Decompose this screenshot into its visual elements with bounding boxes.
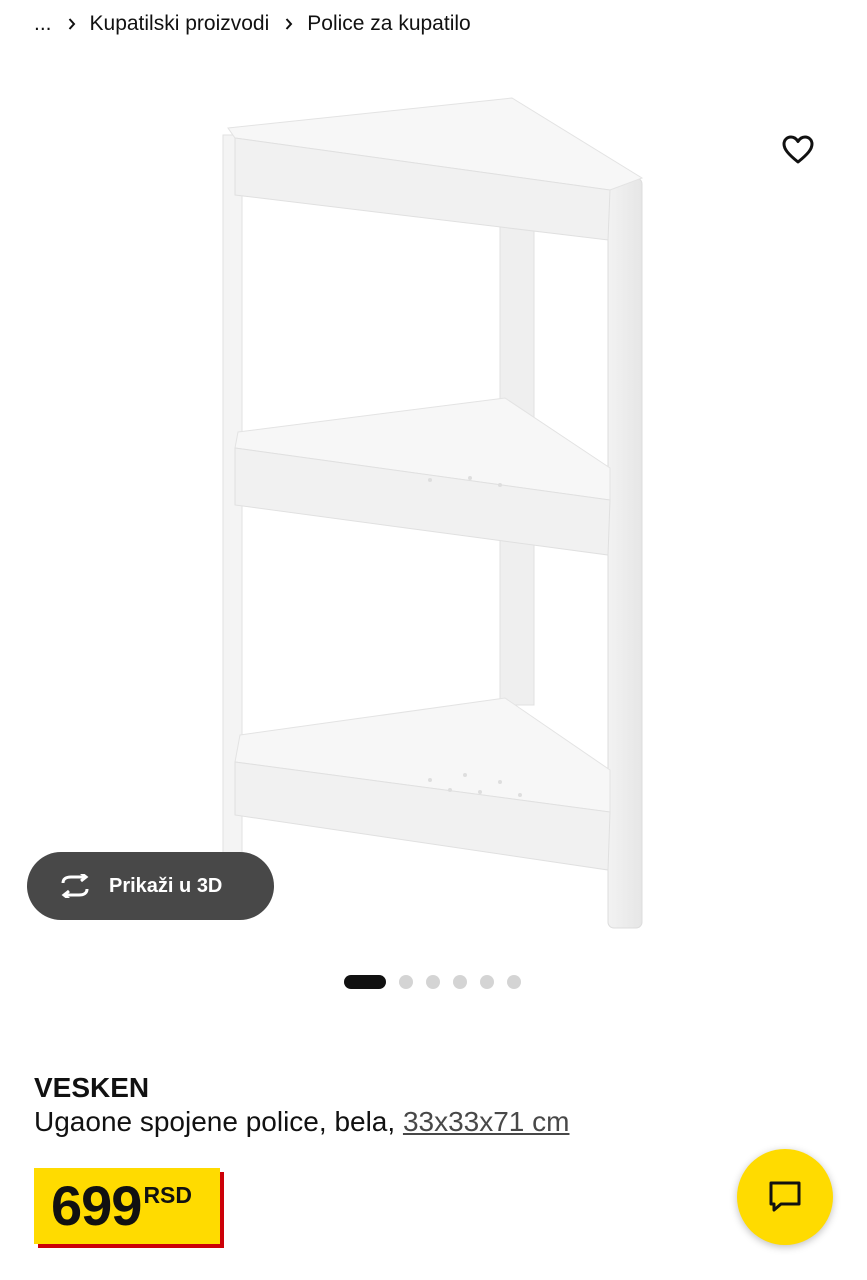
product-name: VESKEN [34, 1072, 150, 1103]
breadcrumb-item-bathroom-products[interactable]: Kupatilski proizvodi [90, 12, 270, 36]
rotate-3d-icon [57, 874, 93, 898]
chat-button[interactable] [737, 1149, 833, 1245]
view-in-3d-label: Prikaži u 3D [109, 874, 223, 897]
chevron-right-icon [286, 18, 293, 30]
gallery-dot-3[interactable] [426, 975, 440, 989]
price-box: 699 RSD [34, 1168, 220, 1244]
breadcrumb-ellipsis[interactable]: ... [34, 12, 52, 36]
gallery-dot-2[interactable] [399, 975, 413, 989]
heart-icon [782, 135, 814, 164]
view-in-3d-button[interactable]: Prikaži u 3D [27, 852, 274, 920]
gallery-pagination [344, 975, 521, 989]
chat-icon [769, 1181, 801, 1212]
breadcrumb: ... Kupatilski proizvodi Police za kupat… [34, 8, 471, 40]
product-description-text: Ugaone spojene police, bela, [34, 1106, 396, 1137]
product-image[interactable] [0, 60, 867, 950]
product-photo-shelf [222, 97, 644, 929]
favorite-button[interactable] [776, 130, 820, 170]
breadcrumb-item-bathroom-shelves[interactable]: Police za kupatilo [307, 12, 470, 36]
product-description: Ugaone spojene police, bela, 33x33x71 cm [34, 1106, 569, 1138]
gallery-dot-4[interactable] [453, 975, 467, 989]
gallery-dot-6[interactable] [507, 975, 521, 989]
product-dimensions-link[interactable]: 33x33x71 cm [403, 1106, 570, 1137]
chevron-right-icon [68, 18, 75, 30]
price-tag: 699 RSD [34, 1168, 224, 1248]
gallery-dot-5[interactable] [480, 975, 494, 989]
price-amount: 699 [51, 1174, 142, 1237]
gallery-dot-1[interactable] [344, 975, 386, 989]
price-currency: RSD [143, 1182, 192, 1208]
